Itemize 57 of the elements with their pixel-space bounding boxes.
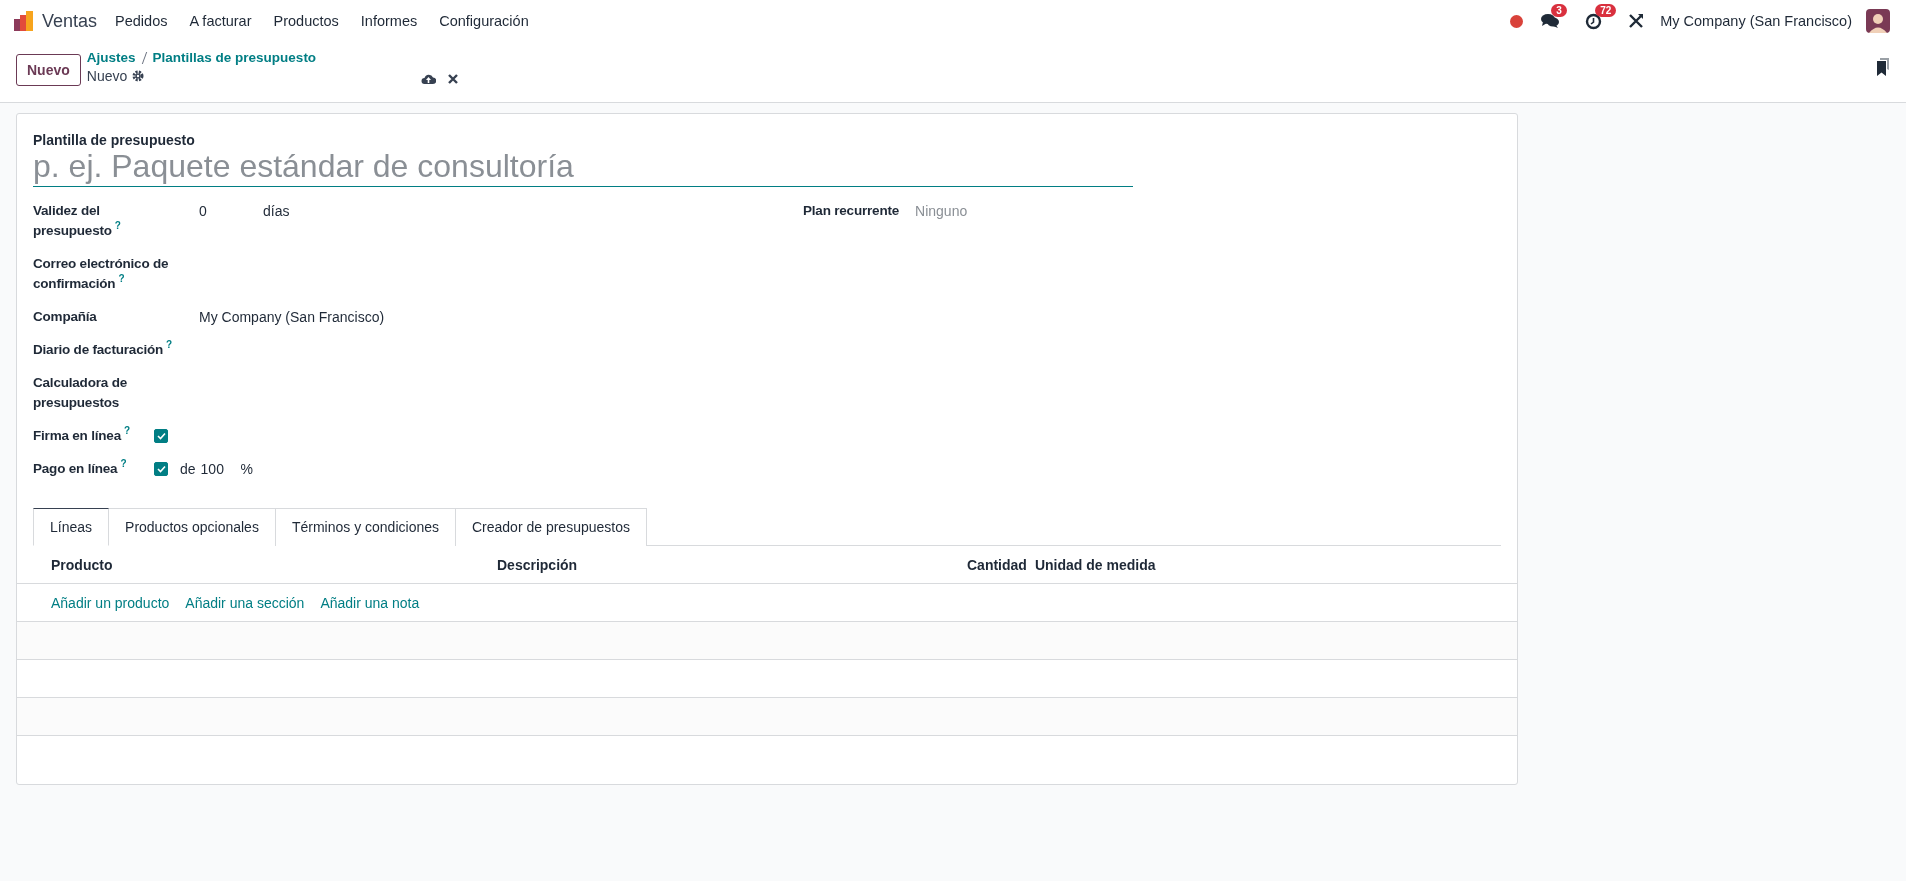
field-label: Firma en línea $^{?}$ — [33, 428, 130, 443]
column-header[interactable]: Unidad de medida — [1034, 556, 1156, 573]
menu-item[interactable]: Configuración — [439, 13, 529, 29]
help-tooltip-icon[interactable]: ? — [114, 220, 121, 231]
field-label: Compañía — [33, 309, 97, 324]
cloud-upload-icon[interactable] — [421, 73, 437, 85]
app-logo-icon[interactable] — [14, 11, 34, 31]
unit-label: días — [263, 202, 290, 221]
notification-badge: 72 — [1595, 3, 1617, 17]
tools-icon[interactable] — [1628, 13, 1645, 29]
notification-badge: 3 — [1551, 4, 1567, 17]
field-label: Diario de facturación $^{?}$ — [33, 342, 172, 357]
tab[interactable]: Productos opcionales — [109, 508, 276, 546]
help-tooltip-icon[interactable]: ? — [120, 458, 127, 469]
add-line-link[interactable]: Añadir una nota — [320, 594, 420, 611]
field-label: Plan recurrente — [803, 203, 900, 218]
field-value[interactable]: 0 — [199, 201, 263, 221]
column-header[interactable]: Descripción — [497, 556, 967, 573]
menu-item[interactable]: Productos — [273, 13, 339, 29]
breadcrumb-link[interactable]: Ajustes — [86, 50, 136, 65]
app-name[interactable]: Ventas — [42, 10, 98, 32]
add-line-link[interactable]: Añadir una sección — [185, 594, 305, 611]
chat-icon[interactable] — [1541, 13, 1560, 29]
tab[interactable]: Creador de presupuestos — [456, 508, 647, 546]
unit-label: % — [240, 460, 254, 479]
field-label: Validez del presupuesto $^{?}$ — [33, 203, 121, 238]
tab[interactable]: Términos y condiciones — [275, 508, 456, 546]
record-name: Nuevo — [86, 68, 128, 84]
breadcrumb-link[interactable]: Plantillas de presupuesto — [152, 50, 317, 65]
field-label: Calculadora de presupuestos — [33, 375, 127, 410]
tab[interactable]: Líneas — [33, 508, 110, 546]
settings-icon[interactable] — [132, 70, 145, 82]
status-dot-icon[interactable] — [1510, 14, 1524, 28]
checkbox[interactable] — [154, 429, 168, 443]
title-input-field[interactable]: p. ej. Paquete estándar de consultoría — [33, 148, 1133, 187]
help-tooltip-icon[interactable]: ? — [124, 425, 130, 436]
column-header[interactable]: Producto — [51, 556, 497, 573]
help-tooltip-icon[interactable]: ? — [166, 339, 172, 350]
help-tooltip-icon[interactable]: ? — [118, 273, 125, 284]
company-switcher[interactable]: My Company (San Francisco) — [1660, 13, 1852, 29]
field-label: Plantilla de presupuesto — [33, 132, 196, 148]
menu-item[interactable]: Informes — [360, 13, 418, 29]
checkbox[interactable] — [154, 462, 168, 476]
field-value[interactable]: My Company (San Francisco) — [199, 307, 385, 327]
close-icon[interactable] — [448, 74, 459, 84]
bookmark-icon[interactable] — [1876, 58, 1890, 76]
avatar-icon[interactable] — [1866, 9, 1890, 33]
clock-icon[interactable] — [1585, 12, 1603, 30]
field-label: Correo electrónico de confirmación $^{?}$ — [33, 256, 169, 291]
menu-item[interactable]: A facturar — [189, 13, 252, 29]
field-label: Pago en línea $^{?}$ — [33, 461, 127, 476]
new-button[interactable]: Nuevo — [16, 54, 81, 86]
column-header[interactable]: Cantidad — [967, 556, 1027, 573]
add-line-link[interactable]: Añadir un producto — [51, 594, 170, 611]
menu-item[interactable]: Pedidos — [115, 13, 168, 29]
prefix-label: de — [180, 460, 196, 479]
field-value[interactable]: 100 — [200, 459, 241, 479]
